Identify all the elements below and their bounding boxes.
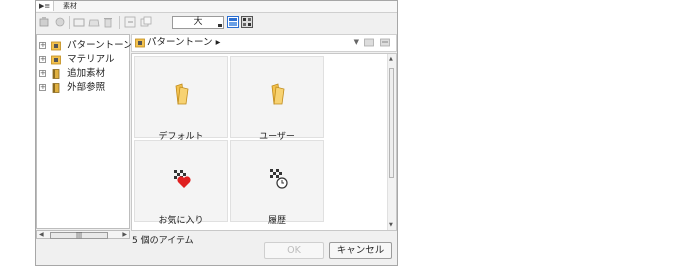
grid-item-label: 履歴 <box>267 216 286 226</box>
tree-horizontal-scrollbar[interactable]: ◀ ||| ▶ <box>36 230 130 239</box>
folder-icon <box>264 80 292 108</box>
material-remove-icon[interactable] <box>54 16 66 28</box>
material-grid: デフォルト ユーザー お気に入り 履歴 ▲ ▼ <box>131 53 397 231</box>
expand-icon[interactable]: + <box>39 70 46 77</box>
scroll-up-icon[interactable]: ▲ <box>389 56 393 62</box>
list-view-icon[interactable] <box>380 38 390 47</box>
tab-list[interactable]: ▶≡ <box>36 1 55 11</box>
expand-icon[interactable]: + <box>39 42 46 49</box>
material-add-icon[interactable] <box>38 16 50 28</box>
tree-item-material[interactable]: + マテリアル <box>39 53 114 66</box>
material-dialog: ▶≡ 素材 大 + パターントーン + マテリアル + 追加素材 + 外部参照 … <box>35 0 398 266</box>
breadcrumb[interactable]: パターントーン ▸ ▼ <box>131 34 397 52</box>
tree-item-additional[interactable]: + 追加素材 <box>39 67 105 80</box>
grid-item-default[interactable]: デフォルト <box>134 56 228 142</box>
open-folder-icon[interactable] <box>88 16 100 28</box>
grid-item-label: お気に入り <box>158 216 204 226</box>
scroll-right-icon[interactable]: ▶ <box>122 231 127 238</box>
tree-item-pattern-tone[interactable]: + パターントーン <box>39 39 133 52</box>
material-tree: + パターントーン + マテリアル + 追加素材 + 外部参照 <box>36 34 133 229</box>
thumbnail-size-select[interactable]: 大 <box>172 16 224 29</box>
grid-item-user[interactable]: ユーザー <box>230 56 324 142</box>
folder-camera-icon <box>51 55 61 65</box>
thumbnail-view-icon[interactable] <box>227 16 239 28</box>
chevron-down-icon[interactable]: ▼ <box>354 38 359 46</box>
expand-icon[interactable]: + <box>39 56 46 63</box>
tree-item-label: パターントーン <box>67 40 133 51</box>
scroll-down-icon[interactable]: ▼ <box>389 222 393 228</box>
grid-item-favorites[interactable]: お気に入り <box>134 140 228 226</box>
tree-item-label: 外部参照 <box>67 82 106 93</box>
scroll-left-icon[interactable]: ◀ <box>39 231 44 238</box>
delete-icon[interactable] <box>102 16 114 28</box>
new-folder-icon[interactable] <box>73 16 85 28</box>
grid-vertical-scrollbar[interactable]: ▲ ▼ <box>387 54 396 230</box>
breadcrumb-label: パターントーン ▸ <box>147 37 221 48</box>
folder-camera-icon <box>135 38 145 48</box>
tree-item-external[interactable]: + 外部参照 <box>39 81 105 94</box>
chevron-down-icon <box>218 24 222 27</box>
thumbnail-size-value: 大 <box>193 17 203 27</box>
item-count-status: 5 個のアイテム <box>132 236 194 246</box>
tree-item-label: 追加素材 <box>67 68 106 79</box>
copy-icon[interactable] <box>140 16 152 28</box>
import-icon[interactable] <box>124 16 136 28</box>
cancel-button[interactable]: キャンセル <box>329 242 392 259</box>
history-icon <box>264 164 292 192</box>
scroll-thumb[interactable] <box>389 68 394 178</box>
up-folder-icon[interactable] <box>364 38 374 47</box>
tab-bar: ▶≡ 素材 <box>36 1 397 13</box>
scroll-thumb[interactable]: ||| <box>50 232 108 239</box>
toolbar: 大 <box>36 13 397 33</box>
grid-item-history[interactable]: 履歴 <box>230 140 324 226</box>
material-book-icon <box>51 68 61 79</box>
tab-material[interactable]: 素材 <box>60 1 80 11</box>
folder-camera-icon <box>51 41 61 51</box>
ok-button[interactable]: OK <box>264 242 324 259</box>
detail-view-icon[interactable] <box>241 16 253 28</box>
expand-icon[interactable]: + <box>39 84 46 91</box>
folder-icon <box>168 80 196 108</box>
tree-item-label: マテリアル <box>67 54 115 65</box>
favorite-icon <box>168 164 196 192</box>
material-book-icon <box>51 82 61 93</box>
